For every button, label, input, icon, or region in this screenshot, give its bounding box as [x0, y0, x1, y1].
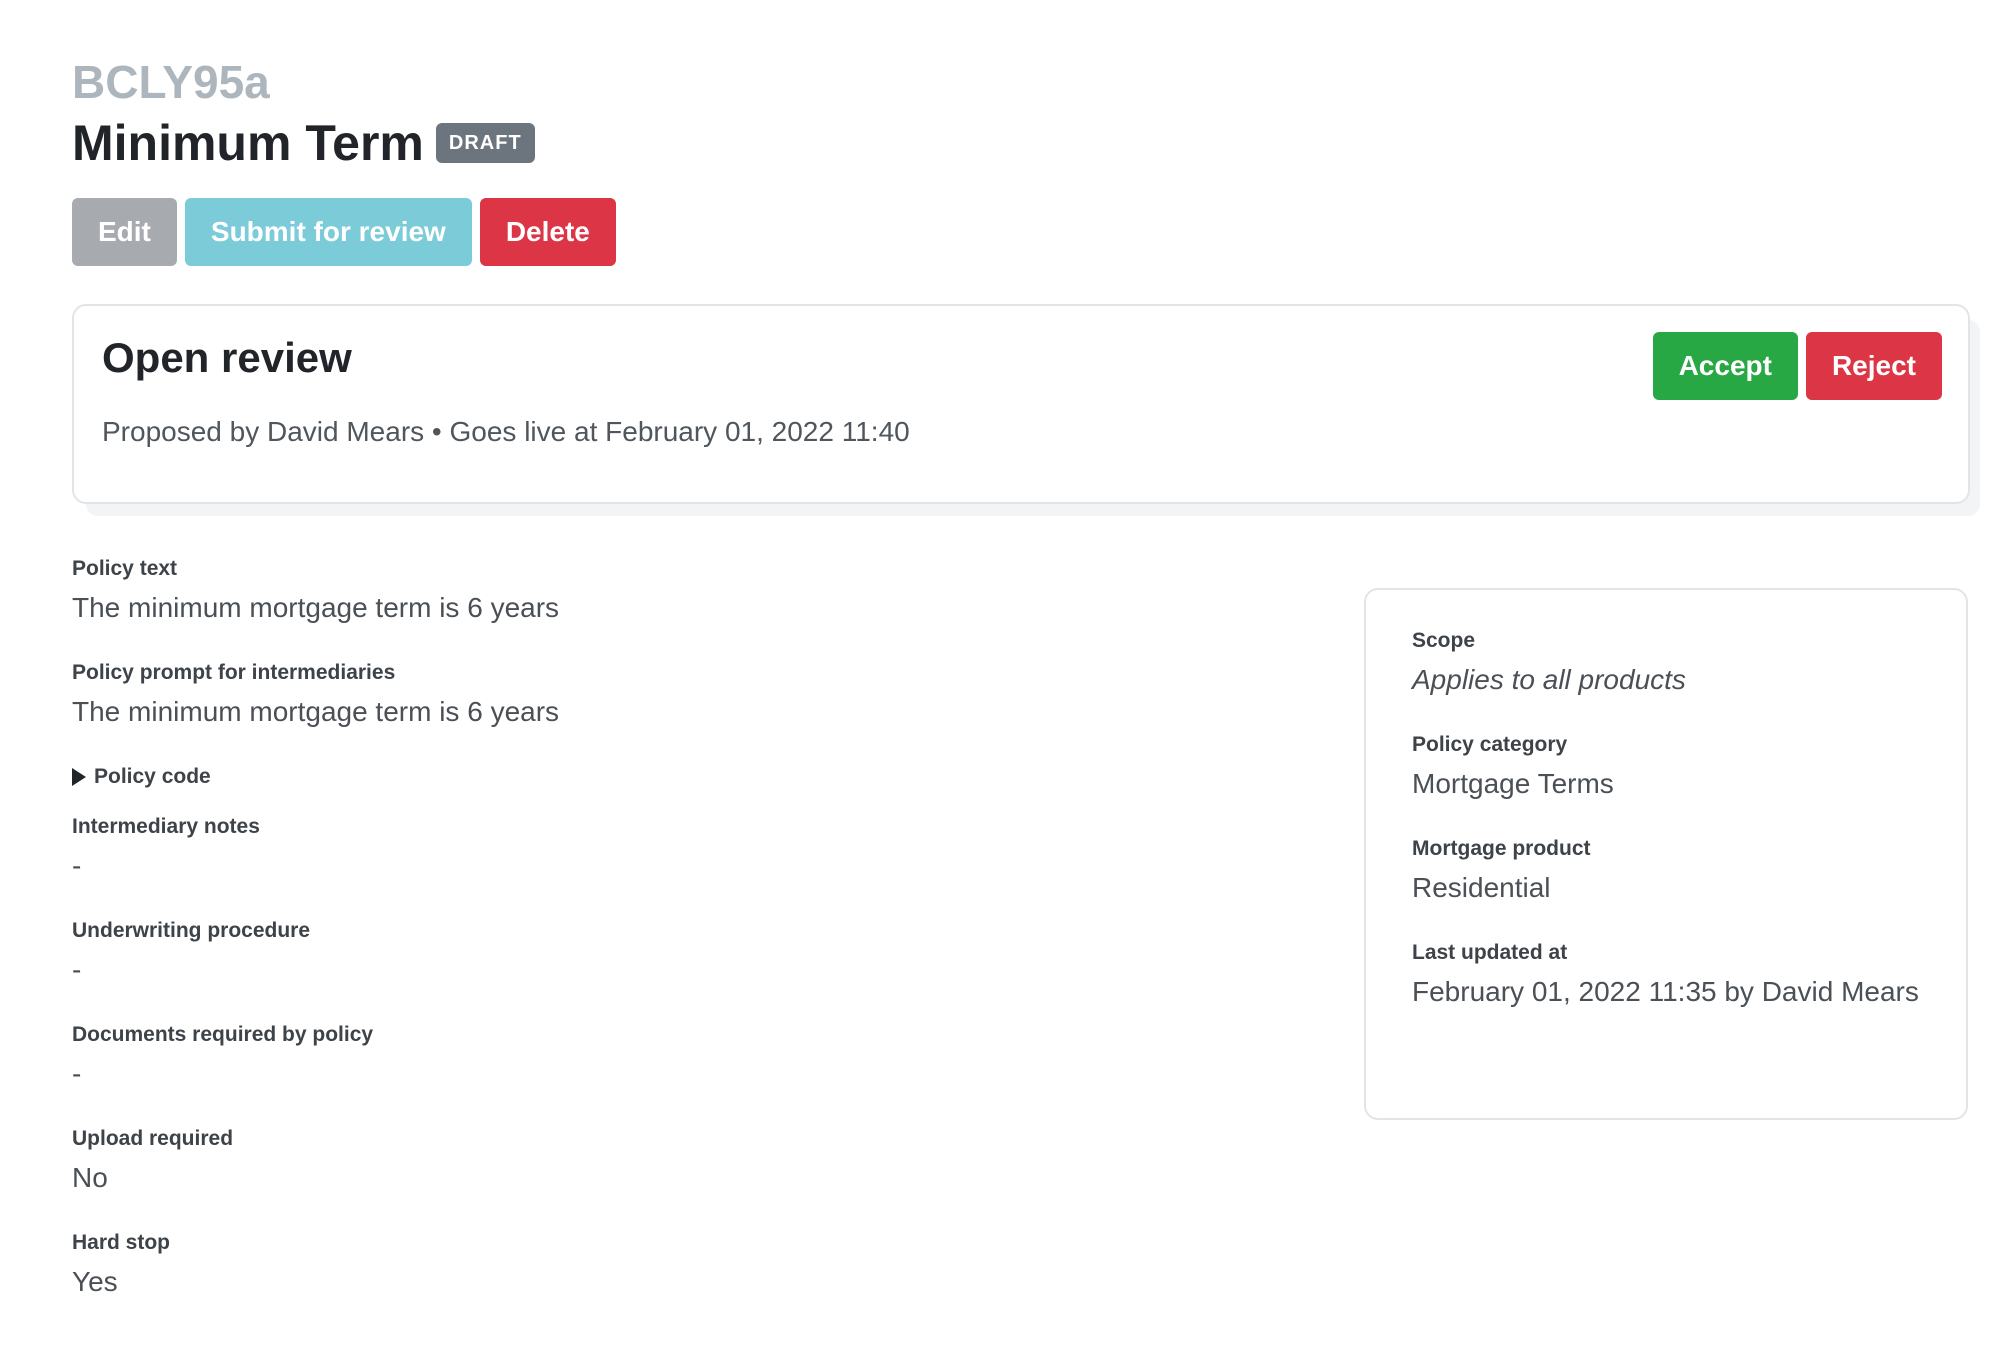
policy-code-heading: BCLY95a: [72, 56, 270, 108]
review-title: Open review: [102, 334, 352, 381]
field-label: Documents required by policy: [72, 1023, 374, 1046]
field-value: The minimum mortgage term is 6 years: [72, 592, 560, 623]
field-label: Last updated at: [1412, 941, 1568, 964]
field-value: The minimum mortgage term is 6 years: [72, 696, 560, 727]
policy-code-disclosure[interactable]: Policy code: [72, 762, 1272, 792]
field-label: Upload required: [72, 1127, 234, 1150]
review-actions: Accept Reject: [1652, 332, 1942, 400]
review-meta: Proposed by David Mears • Goes live at F…: [102, 416, 910, 447]
field-value: -: [72, 850, 82, 881]
open-review-card: Open review Proposed by David Mears • Go…: [72, 304, 1970, 504]
field-value: Mortgage Terms: [1412, 768, 1614, 799]
submit-for-review-button[interactable]: Submit for review: [184, 198, 472, 266]
field-label: Policy prompt for intermediaries: [72, 661, 396, 684]
status-badge: DRAFT: [435, 123, 535, 163]
documents-required-field: Documents required by policy -: [72, 1020, 1272, 1094]
field-label: Hard stop: [72, 1231, 171, 1254]
policy-category-field: Policy category Mortgage Terms: [1412, 730, 1920, 804]
field-value: February 01, 2022 11:35 by David Mears: [1412, 976, 1919, 1007]
field-value: -: [72, 954, 82, 985]
mortgage-product-field: Mortgage product Residential: [1412, 834, 1920, 908]
underwriting-procedure-field: Underwriting procedure -: [72, 916, 1272, 990]
field-value: No: [72, 1162, 108, 1193]
upload-required-field: Upload required No: [72, 1124, 1272, 1198]
intermediary-notes-field: Intermediary notes -: [72, 812, 1272, 886]
field-value: Applies to all products: [1412, 664, 1686, 695]
field-value: -: [72, 1058, 82, 1089]
field-label: Intermediary notes: [72, 815, 260, 838]
page-header: BCLY95a Minimum Term DRAFT Edit Submit f…: [72, 54, 1960, 266]
policy-code-summary-label: Policy code: [94, 765, 211, 788]
field-label: Policy text: [72, 557, 178, 580]
field-value: Yes: [72, 1266, 118, 1297]
policy-details: Policy text The minimum mortgage term is…: [72, 554, 1272, 1332]
edit-button[interactable]: Edit: [72, 198, 177, 266]
delete-button[interactable]: Delete: [479, 198, 616, 266]
last-updated-field: Last updated at February 01, 2022 11:35 …: [1412, 938, 1920, 1012]
policy-text-field: Policy text The minimum mortgage term is…: [72, 554, 1272, 628]
scope-field: Scope Applies to all products: [1412, 626, 1920, 700]
field-label: Policy category: [1412, 733, 1568, 756]
field-label: Mortgage product: [1412, 837, 1591, 860]
field-value: Residential: [1412, 872, 1551, 903]
field-label: Underwriting procedure: [72, 919, 311, 942]
action-buttons: Edit Submit for review Delete: [72, 198, 1960, 266]
accept-button[interactable]: Accept: [1652, 332, 1798, 400]
title-row: Minimum Term DRAFT: [72, 112, 1960, 174]
policy-prompt-field: Policy prompt for intermediaries The min…: [72, 658, 1272, 732]
hard-stop-field: Hard stop Yes: [72, 1228, 1272, 1302]
reject-button[interactable]: Reject: [1805, 332, 1942, 400]
triangle-right-icon: [72, 768, 86, 786]
policy-metadata-card: Scope Applies to all products Policy cat…: [1364, 588, 1968, 1120]
page-title: Minimum Term: [72, 115, 424, 171]
field-label: Scope: [1412, 629, 1476, 652]
